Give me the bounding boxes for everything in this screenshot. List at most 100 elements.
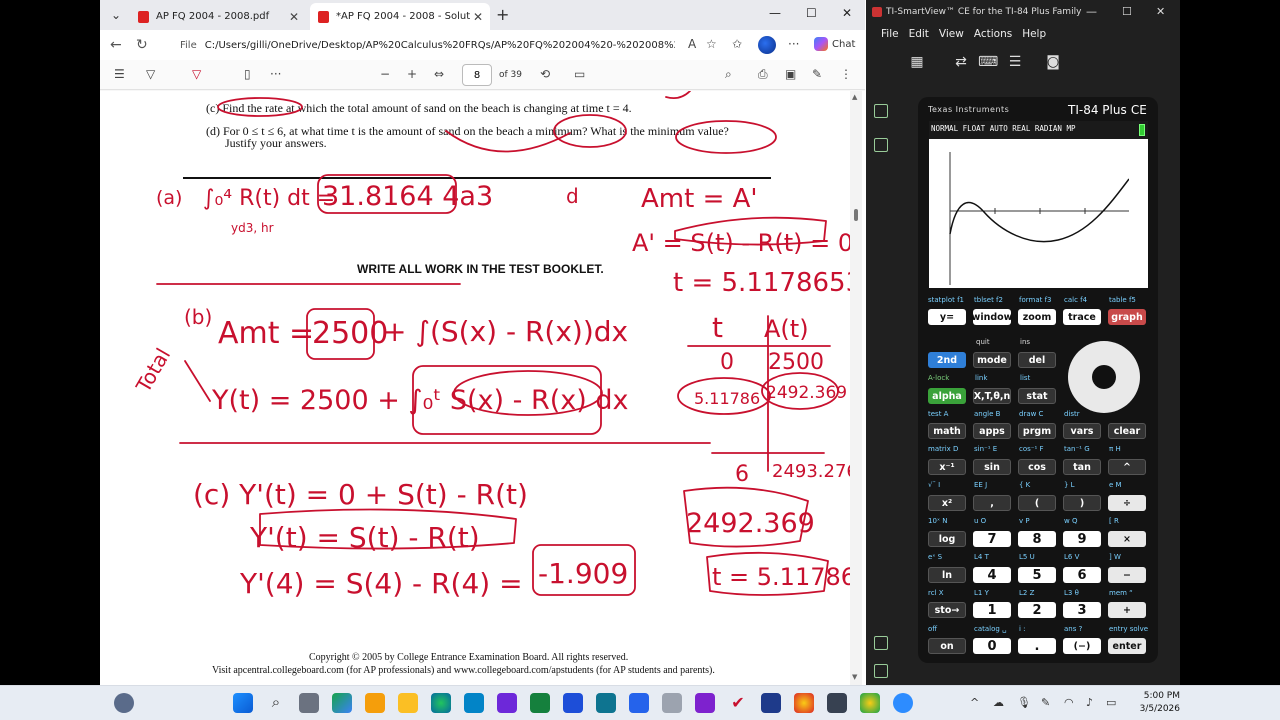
search-icon[interactable]: ⌕	[725, 67, 732, 82]
save-as-icon[interactable]: ✎	[812, 67, 822, 81]
key-7[interactable]: 7	[973, 531, 1011, 547]
key-5[interactable]: 5	[1018, 567, 1056, 583]
rotate-icon[interactable]: ⟲	[540, 67, 550, 81]
key-left-paren[interactable]: (	[1018, 495, 1056, 511]
word-icon[interactable]	[563, 693, 583, 713]
search-icon[interactable]: ⌕	[266, 693, 286, 713]
battery-tray-icon[interactable]: ▭	[1106, 696, 1116, 709]
settings-more-icon[interactable]: ⋮	[840, 67, 852, 81]
scroll-down-icon[interactable]: ▼	[852, 673, 857, 681]
profile-avatar[interactable]	[758, 36, 776, 54]
contents-icon[interactable]: ☰	[114, 67, 125, 81]
ti-menu-file[interactable]: File	[881, 28, 899, 40]
key-3[interactable]: 3	[1063, 602, 1101, 618]
key-alpha[interactable]: alpha	[928, 388, 966, 404]
calculator-panel-icon[interactable]	[874, 104, 888, 118]
ti-menu-actions[interactable]: Actions	[974, 28, 1012, 40]
check-app-icon[interactable]: ✔	[728, 693, 748, 713]
print-icon[interactable]: ⎙	[758, 67, 768, 82]
vertical-scrollbar[interactable]: ▲ ▼	[850, 91, 862, 685]
minimize-icon[interactable]: —	[769, 6, 781, 20]
page-view-icon[interactable]: ▯	[244, 67, 251, 81]
chrome-profile-icon[interactable]	[860, 693, 880, 713]
store-icon[interactable]	[629, 693, 649, 713]
refresh-icon[interactable]: ↻	[136, 37, 148, 53]
key-apps[interactable]: apps	[973, 423, 1011, 439]
terminal-icon[interactable]	[761, 693, 781, 713]
key-ln[interactable]: ln	[928, 567, 966, 583]
mail-icon[interactable]	[365, 693, 385, 713]
tab-solutions-pdf[interactable]: *AP FQ 2004 - 2008 - Solutions.pd ✕	[310, 3, 490, 30]
excel-icon[interactable]	[530, 693, 550, 713]
tab-ap-fq-pdf[interactable]: AP FQ 2004 - 2008.pdf ✕	[130, 3, 306, 30]
tab-actions-menu-icon[interactable]: ⌄	[104, 4, 128, 26]
key-mode[interactable]: mode	[973, 352, 1011, 368]
onenote-icon[interactable]	[695, 693, 715, 713]
zoom-icon[interactable]	[893, 693, 913, 713]
task-view-icon[interactable]	[299, 693, 319, 713]
key-square[interactable]: x²	[928, 495, 966, 511]
favorite-star-icon[interactable]: ☆	[706, 37, 717, 51]
edge-icon[interactable]	[431, 693, 451, 713]
two-page-icon[interactable]: ▭	[574, 67, 585, 81]
key-right-paren[interactable]: )	[1063, 495, 1101, 511]
app-icon[interactable]	[662, 693, 682, 713]
key-zoom[interactable]: zoom	[1018, 309, 1056, 325]
panel-toggle-icon[interactable]	[874, 636, 888, 650]
key-cos[interactable]: cos	[1018, 459, 1056, 475]
key-inverse[interactable]: x⁻¹	[928, 459, 966, 475]
key-list-icon[interactable]: ☰	[1006, 54, 1024, 72]
key-add[interactable]: +	[1108, 602, 1146, 618]
close-window-icon[interactable]: ✕	[842, 6, 852, 20]
key-vars[interactable]: vars	[1063, 423, 1101, 439]
fit-page-icon[interactable]: ⇔	[434, 67, 444, 81]
arrow-pad[interactable]	[1068, 341, 1140, 413]
weather-widget-icon[interactable]	[114, 693, 134, 713]
copilot-taskbar-icon[interactable]	[332, 693, 352, 713]
scroll-up-icon[interactable]: ▲	[852, 93, 857, 101]
page-number-input[interactable]: 8	[462, 64, 492, 86]
key-y-equals[interactable]: y=	[928, 309, 966, 325]
key-math[interactable]: math	[928, 423, 966, 439]
key-0[interactable]: 0	[973, 638, 1011, 654]
ti-menu-edit[interactable]: Edit	[909, 28, 929, 40]
key-2nd[interactable]: 2nd	[928, 352, 966, 368]
key-2[interactable]: 2	[1018, 602, 1056, 618]
key-power[interactable]: ^	[1108, 459, 1146, 475]
key-decimal[interactable]: .	[1018, 638, 1056, 654]
scroll-thumb[interactable]	[854, 209, 858, 221]
calculator-select-icon[interactable]: ▦	[908, 54, 926, 72]
key-comma[interactable]: ,	[973, 495, 1011, 511]
draw-icon[interactable]: ▽	[192, 67, 201, 81]
key-log[interactable]: log	[928, 531, 966, 547]
close-tab-icon[interactable]: ✕	[286, 10, 302, 24]
send-to-calculator-icon[interactable]: ⇄	[952, 54, 970, 72]
key-subtract[interactable]: −	[1108, 567, 1146, 583]
more-tools-icon[interactable]: ···	[270, 67, 281, 81]
key-6[interactable]: 6	[1063, 567, 1101, 583]
key-del[interactable]: del	[1018, 352, 1056, 368]
maximize-icon[interactable]: ☐	[806, 6, 817, 20]
zoom-in-icon[interactable]: +	[407, 67, 417, 81]
back-icon[interactable]: ←	[110, 37, 122, 53]
copilot-chat-button[interactable]: Chat	[814, 37, 855, 51]
ti-maximize-icon[interactable]: ☐	[1122, 5, 1132, 18]
key-window[interactable]: window	[972, 309, 1012, 325]
photos-icon[interactable]	[596, 693, 616, 713]
key-press-history-icon[interactable]: ⌨	[978, 54, 998, 72]
screen-capture-icon[interactable]: ◙	[1044, 54, 1062, 72]
wifi-icon[interactable]: ◠	[1064, 696, 1074, 709]
key-xton[interactable]: X,T,θ,n	[973, 388, 1011, 404]
key-4[interactable]: 4	[973, 567, 1011, 583]
file-explorer-icon[interactable]	[398, 693, 418, 713]
outlook-icon[interactable]	[464, 693, 484, 713]
key-multiply[interactable]: ×	[1108, 531, 1146, 547]
zoom-out-icon[interactable]: −	[380, 67, 390, 81]
new-tab-icon[interactable]: +	[496, 5, 509, 24]
close-tab-icon[interactable]: ✕	[470, 10, 486, 24]
key-enter[interactable]: enter	[1108, 638, 1146, 654]
key-stat[interactable]: stat	[1018, 388, 1056, 404]
pen-icon[interactable]: ✎	[1041, 696, 1050, 709]
key-8[interactable]: 8	[1018, 531, 1056, 547]
key-prgm[interactable]: prgm	[1018, 423, 1056, 439]
